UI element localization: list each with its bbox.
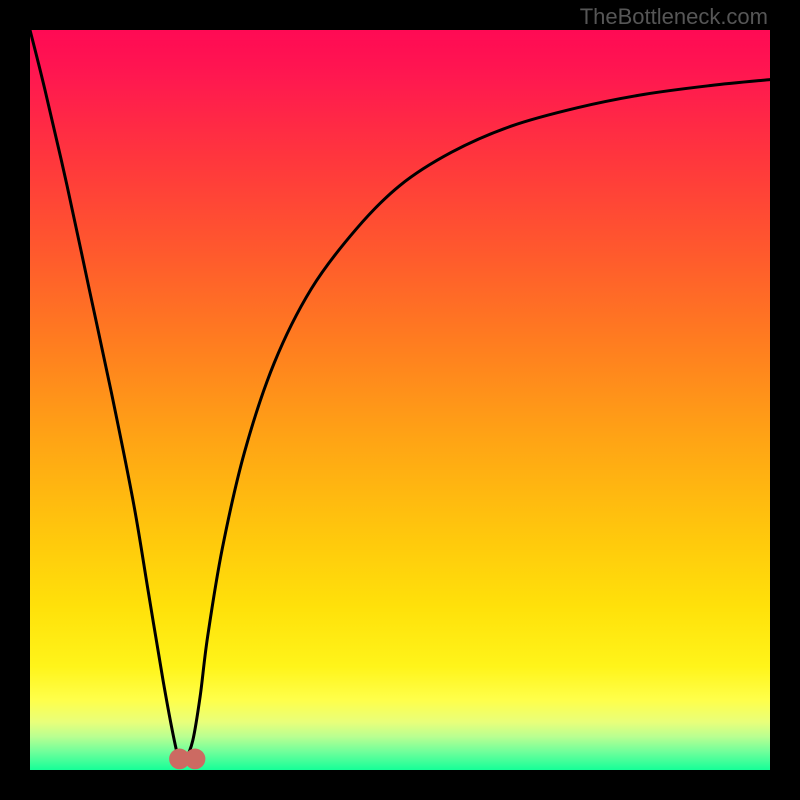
bottleneck-curve xyxy=(30,30,770,770)
plot-area xyxy=(30,30,770,770)
watermark-text: TheBottleneck.com xyxy=(580,4,768,30)
chart-frame: TheBottleneck.com xyxy=(0,0,800,800)
curve-marker xyxy=(185,749,206,770)
